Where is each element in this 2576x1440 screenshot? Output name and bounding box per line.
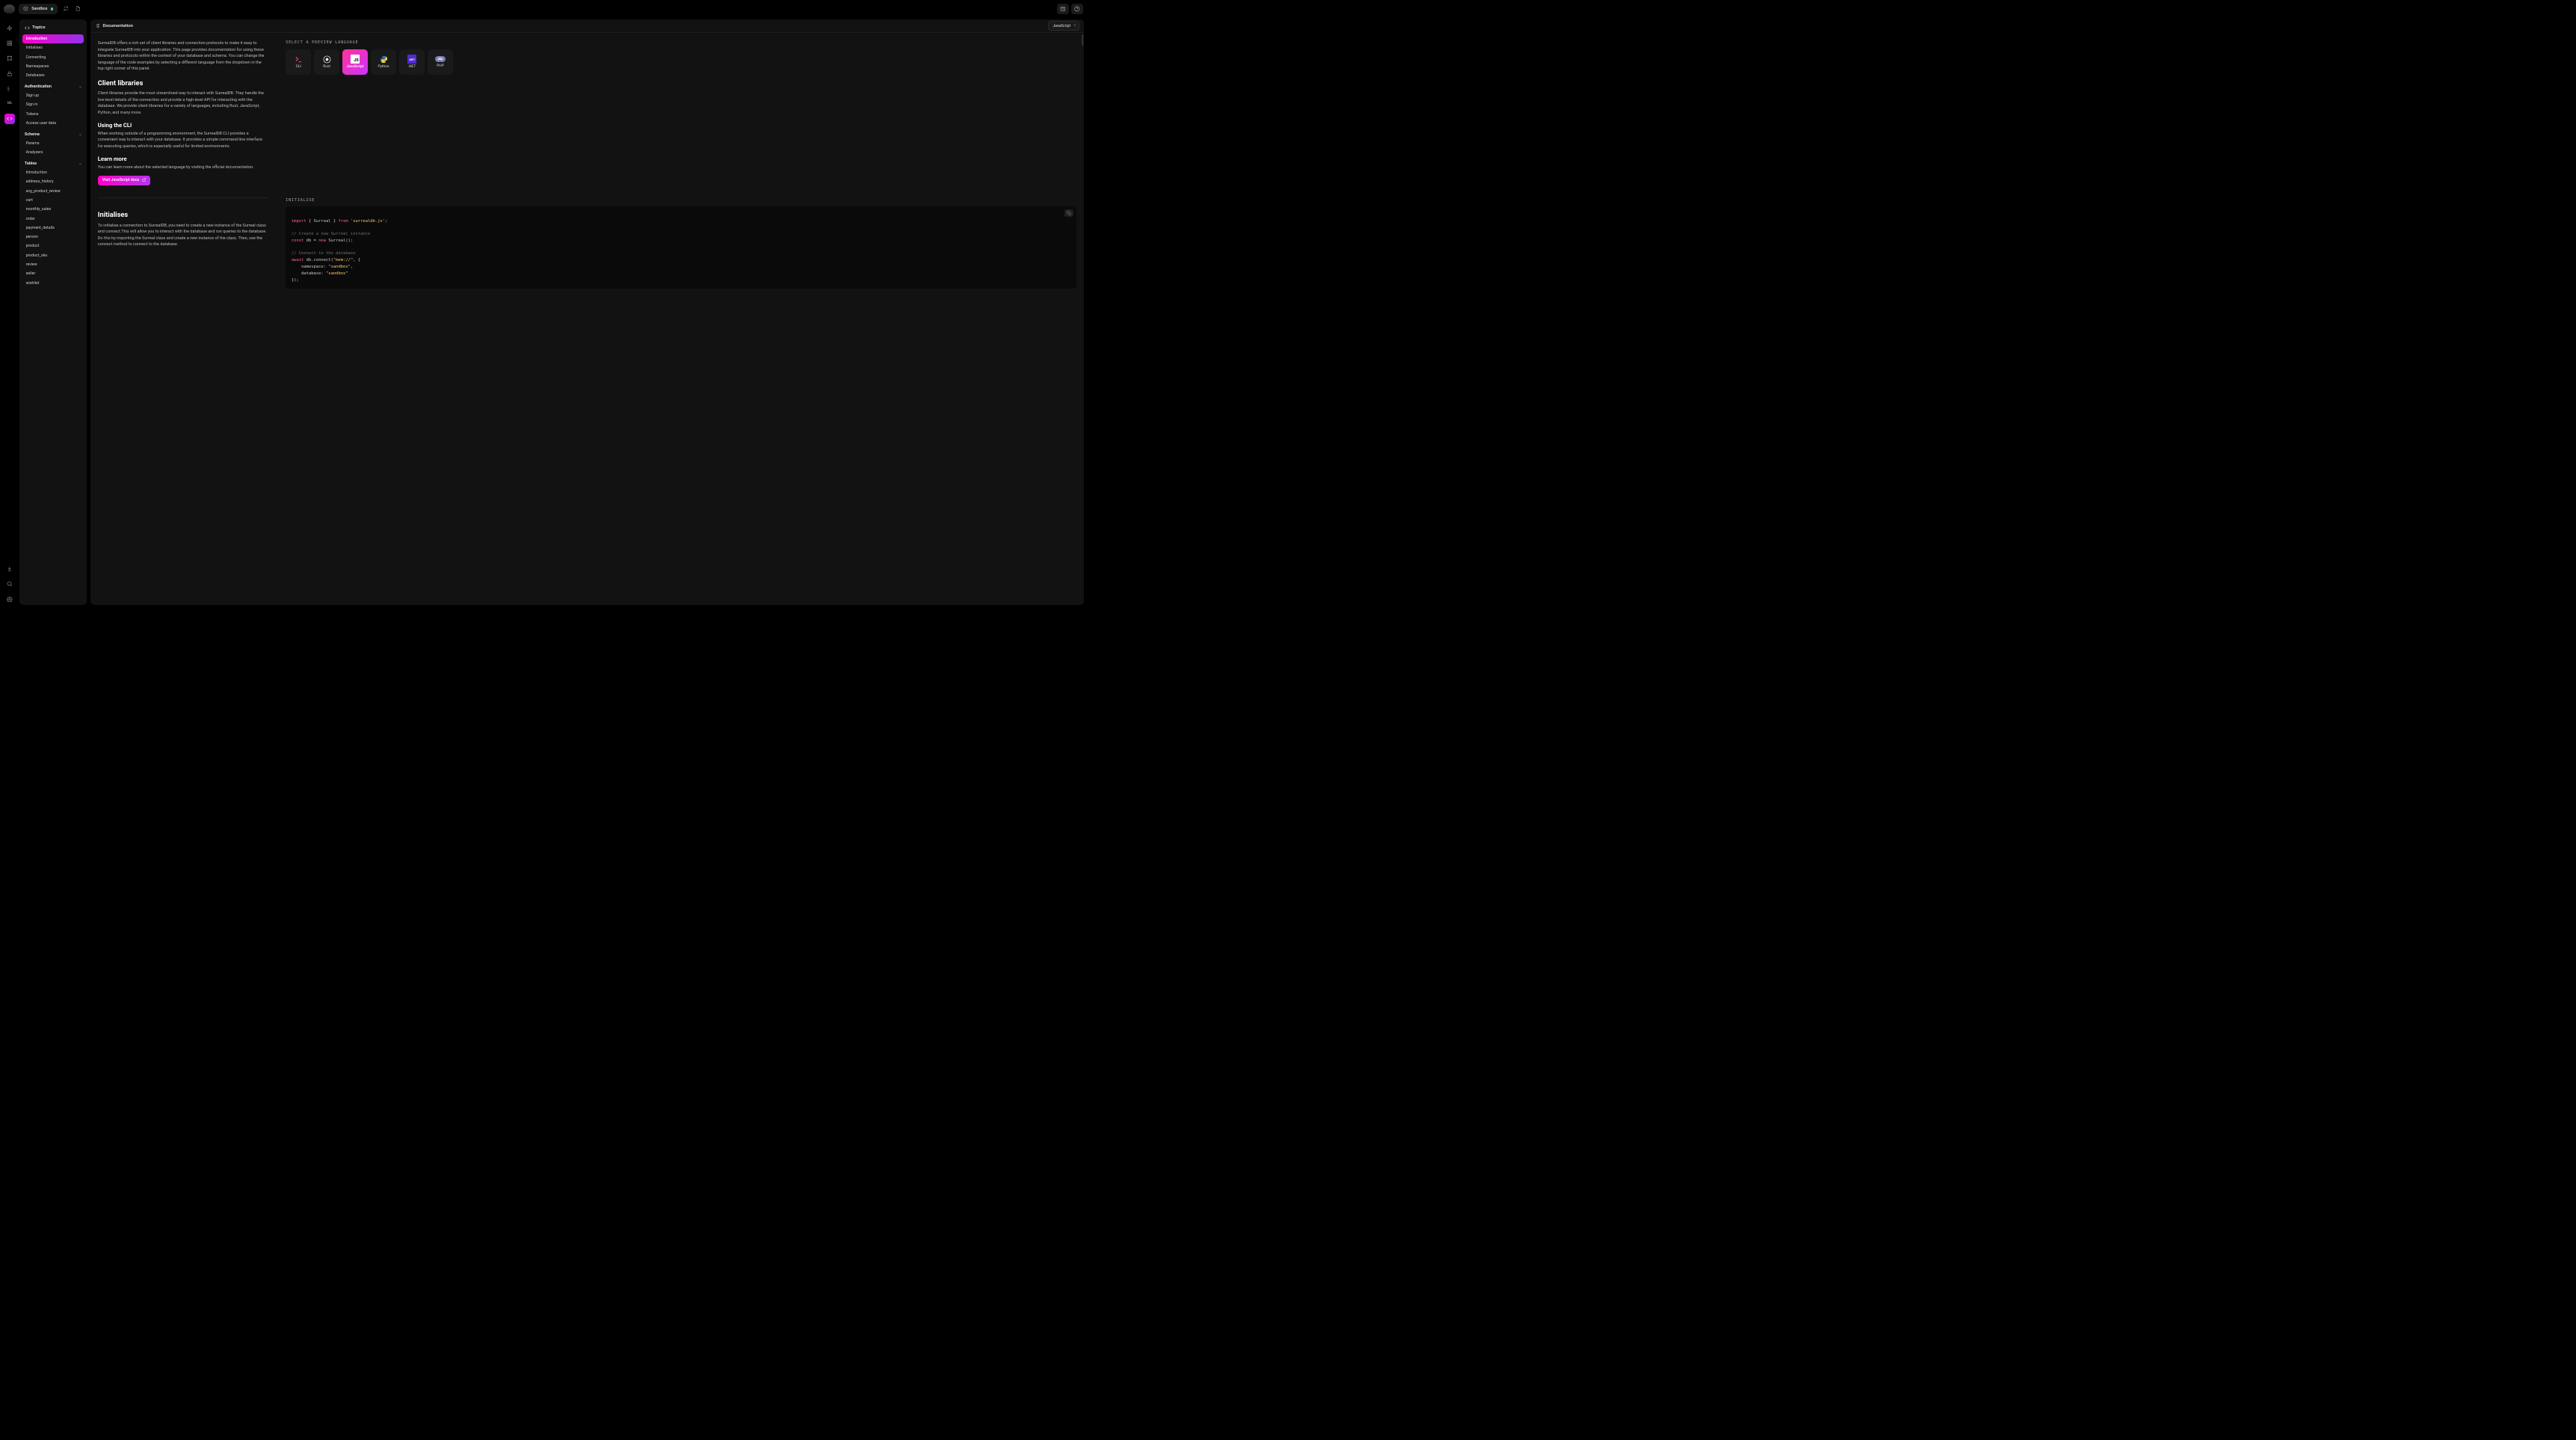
lang-card-javascript[interactable]: JSJavaScript bbox=[342, 49, 368, 75]
sidebar-item[interactable]: Databases bbox=[22, 71, 84, 80]
sidebar-item[interactable]: Sign up bbox=[22, 91, 84, 100]
sandbox-selector[interactable]: Sandbox bbox=[19, 4, 58, 14]
sidebar-item[interactable]: Connecting bbox=[22, 53, 84, 62]
sidebar-item[interactable]: Introduction bbox=[22, 168, 84, 177]
sidebar-item[interactable]: person bbox=[22, 233, 84, 241]
code-section-label: INITIALISE bbox=[286, 198, 1076, 203]
python-icon bbox=[380, 55, 388, 64]
chevron-down-icon: ⌄ bbox=[78, 84, 82, 89]
rail-function-icon[interactable] bbox=[4, 83, 15, 93]
intro-paragraph: SurrealDB offers a rich set of client li… bbox=[98, 40, 268, 73]
env-label: Sandbox bbox=[31, 7, 47, 11]
newspaper-button[interactable] bbox=[1057, 4, 1069, 14]
.net-icon: .NET bbox=[407, 55, 416, 64]
sidebar-item[interactable]: Namespaces bbox=[22, 62, 84, 71]
sidebar-item[interactable]: Analyzers bbox=[22, 148, 84, 157]
rail-grid-icon[interactable] bbox=[4, 38, 15, 49]
external-link-icon bbox=[142, 178, 146, 182]
sidebar-item[interactable]: wishlist bbox=[22, 279, 84, 288]
chevron-down-icon: ⌄ bbox=[78, 161, 82, 166]
sidebar-item[interactable]: cart bbox=[22, 196, 84, 205]
language-select[interactable]: JavaScript bbox=[1048, 21, 1079, 31]
rail-network-icon[interactable] bbox=[4, 53, 15, 64]
code-icon bbox=[25, 25, 30, 31]
sidebar-item[interactable]: avg_product_review bbox=[22, 187, 84, 196]
sidebar-item[interactable]: Initialises bbox=[22, 43, 84, 52]
chevron-down-icon: ⌄ bbox=[78, 132, 82, 137]
sidebar-item[interactable]: monthly_sales bbox=[22, 205, 84, 214]
rail-download-icon[interactable] bbox=[4, 564, 15, 574]
language-cards: CLIRustJSJavaScriptPython.NET.NETphpPHP bbox=[286, 49, 1076, 75]
learn-more-heading: Learn more bbox=[98, 156, 268, 162]
rail-ml-icon[interactable]: ML bbox=[4, 99, 15, 109]
sidebar-item[interactable]: Sign in bbox=[22, 100, 84, 109]
rail-lock-icon[interactable] bbox=[4, 68, 15, 79]
lang-card-cli[interactable]: CLI bbox=[286, 49, 311, 75]
initialises-paragraph: To initialise a connection to SurrealDB,… bbox=[98, 223, 268, 248]
learn-more-paragraph: You can learn more about the selected la… bbox=[98, 164, 268, 171]
lang-card-rust[interactable]: Rust bbox=[314, 49, 339, 75]
sidebar-item[interactable]: seller bbox=[22, 270, 84, 279]
sidebar-item[interactable]: Introduction bbox=[22, 34, 84, 43]
lang-card-php[interactable]: phpPHP bbox=[428, 49, 453, 75]
sidebar-item[interactable]: Access user data bbox=[22, 119, 84, 128]
sidebar-item[interactable]: Params bbox=[22, 139, 84, 148]
sidebar-item[interactable]: product bbox=[22, 242, 84, 251]
php-icon: php bbox=[435, 56, 446, 62]
preview-label: SELECT A PREVIEW LANGUAGE bbox=[286, 40, 1076, 45]
doc-column: SurrealDB offers a rich set of client li… bbox=[98, 40, 268, 597]
cube-icon bbox=[23, 6, 28, 11]
code-block: import { Surreal } from 'surrealdb.js'; … bbox=[286, 206, 1076, 289]
doc-title: Documentation bbox=[95, 23, 133, 28]
copy-button[interactable] bbox=[1064, 209, 1073, 217]
sidebar: Topics IntroductionInitialisesConnecting… bbox=[19, 19, 87, 604]
sidebar-group[interactable]: Authentication⌄ bbox=[22, 81, 84, 91]
app-logo bbox=[4, 4, 15, 13]
help-button[interactable] bbox=[1071, 4, 1083, 14]
using-cli-paragraph: When working outside of a programming en… bbox=[98, 131, 268, 150]
code-column: SELECT A PREVIEW LANGUAGE CLIRustJSJavaS… bbox=[286, 40, 1076, 597]
client-libraries-paragraph: Client libraries provide the most stream… bbox=[98, 90, 268, 116]
rust-icon bbox=[323, 55, 331, 64]
rail-lightning-icon[interactable] bbox=[4, 22, 15, 33]
sidebar-item[interactable]: payment_details bbox=[22, 224, 84, 233]
client-libraries-heading: Client libraries bbox=[98, 79, 268, 87]
rail-gear-icon[interactable] bbox=[4, 594, 15, 604]
status-dot-icon bbox=[51, 7, 53, 10]
sidebar-item[interactable]: Tokens bbox=[22, 110, 84, 119]
initialises-heading: Initialises bbox=[98, 211, 268, 219]
sync-icon[interactable] bbox=[61, 4, 70, 13]
visit-docs-button[interactable]: Visit JavaScript docs bbox=[98, 176, 150, 185]
sidebar-item[interactable]: order bbox=[22, 215, 84, 224]
sidebar-title: Topics bbox=[22, 24, 84, 34]
content-header: Documentation JavaScript bbox=[90, 19, 1084, 33]
using-cli-heading: Using the CLI bbox=[98, 122, 268, 129]
topbar: Sandbox bbox=[0, 0, 1087, 18]
file-icon[interactable] bbox=[74, 4, 83, 13]
rail-search-icon[interactable] bbox=[4, 579, 15, 589]
sidebar-group[interactable]: Tables⌄ bbox=[22, 159, 84, 168]
lang-card-net[interactable]: .NET.NET bbox=[399, 49, 425, 75]
cli-icon bbox=[295, 55, 303, 64]
icon-rail: ML bbox=[3, 19, 16, 604]
sidebar-item[interactable]: review bbox=[22, 260, 84, 269]
section-divider bbox=[98, 197, 268, 198]
scrollbar-thumb[interactable] bbox=[1082, 34, 1084, 46]
sidebar-item[interactable]: address_history bbox=[22, 177, 84, 186]
lang-card-python[interactable]: Python bbox=[371, 49, 396, 75]
rail-code-icon[interactable] bbox=[4, 114, 15, 124]
javascript-icon: JS bbox=[351, 55, 360, 64]
sidebar-group[interactable]: Schema⌄ bbox=[22, 129, 84, 139]
list-icon bbox=[95, 23, 100, 28]
sidebar-item[interactable]: product_sku bbox=[22, 251, 84, 260]
content-panel: Documentation JavaScript SurrealDB offer… bbox=[90, 19, 1084, 604]
